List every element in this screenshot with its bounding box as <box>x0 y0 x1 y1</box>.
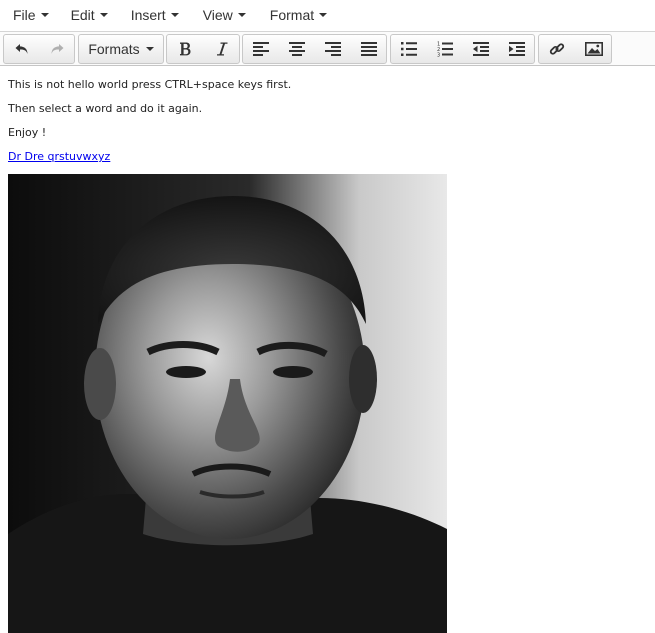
caret-down-icon <box>145 47 154 51</box>
menu-insert[interactable]: Insert <box>118 0 189 29</box>
menu-edit-label: Edit <box>70 6 95 23</box>
align-left-icon <box>252 42 269 56</box>
bullet-list-icon <box>400 42 417 56</box>
outdent-button[interactable] <box>463 35 499 63</box>
numbered-list-button[interactable]: 123 <box>427 35 463 63</box>
menu-format-label: Format <box>269 6 315 23</box>
caret-down-icon <box>170 13 179 17</box>
portrait-photo-icon <box>8 174 447 633</box>
redo-button[interactable] <box>39 35 74 63</box>
menu-view[interactable]: View <box>189 0 256 29</box>
toolbar: Formats 123 <box>0 31 655 66</box>
paragraph: Then select a word and do it again. <box>8 102 203 115</box>
history-group <box>3 34 75 64</box>
align-center-icon <box>289 42 306 56</box>
menu-format[interactable]: Format <box>256 0 337 29</box>
svg-text:3: 3 <box>437 53 440 58</box>
text-style-group <box>166 34 240 64</box>
list-group: 123 <box>390 34 535 64</box>
bold-button[interactable] <box>167 35 203 63</box>
align-center-button[interactable] <box>279 35 315 63</box>
italic-icon <box>216 42 227 56</box>
alignment-group <box>242 34 387 64</box>
caret-down-icon <box>99 13 108 17</box>
menu-file-label: File <box>13 6 36 23</box>
caret-down-icon <box>237 13 246 17</box>
undo-icon <box>15 44 27 54</box>
formats-label: Formats <box>88 41 140 57</box>
content-link[interactable]: Dr Dre qrstuvwxyz <box>8 150 110 163</box>
link-icon <box>549 43 565 55</box>
caret-down-icon <box>40 13 49 17</box>
outdent-icon <box>472 42 489 56</box>
redo-icon <box>51 44 64 54</box>
indent-button[interactable] <box>498 35 534 63</box>
caret-down-icon <box>319 13 328 17</box>
align-right-icon <box>324 42 341 56</box>
numbered-list-icon: 123 <box>437 42 454 58</box>
portrait-image[interactable] <box>8 174 447 633</box>
menu-view-label: View <box>202 6 233 23</box>
align-right-button[interactable] <box>315 35 351 63</box>
link-paragraph: Dr Dre qrstuvwxyz <box>8 140 648 164</box>
align-justify-button[interactable] <box>350 35 386 63</box>
image-button[interactable] <box>575 35 611 63</box>
paragraph: This is not hello world press CTRL+space… <box>8 78 292 91</box>
menubar: File Edit Insert View Format <box>0 0 655 29</box>
menu-insert-label: Insert <box>130 6 166 23</box>
bullet-list-button[interactable] <box>391 35 427 63</box>
insert-group <box>538 34 612 64</box>
paragraph: Enjoy ! <box>8 126 47 139</box>
indent-icon <box>508 42 525 56</box>
undo-button[interactable] <box>4 35 39 63</box>
formats-dropdown[interactable]: Formats <box>79 35 163 63</box>
formats-group: Formats <box>78 34 164 64</box>
editor-content[interactable]: This is not hello world press CTRL+space… <box>8 68 648 164</box>
menu-file[interactable]: File <box>0 0 59 29</box>
bold-icon <box>180 42 191 56</box>
link-button[interactable] <box>539 35 575 63</box>
align-justify-icon <box>360 42 377 56</box>
image-icon <box>584 42 603 56</box>
menu-edit[interactable]: Edit <box>59 0 118 29</box>
italic-button[interactable] <box>203 35 239 63</box>
align-left-button[interactable] <box>243 35 279 63</box>
